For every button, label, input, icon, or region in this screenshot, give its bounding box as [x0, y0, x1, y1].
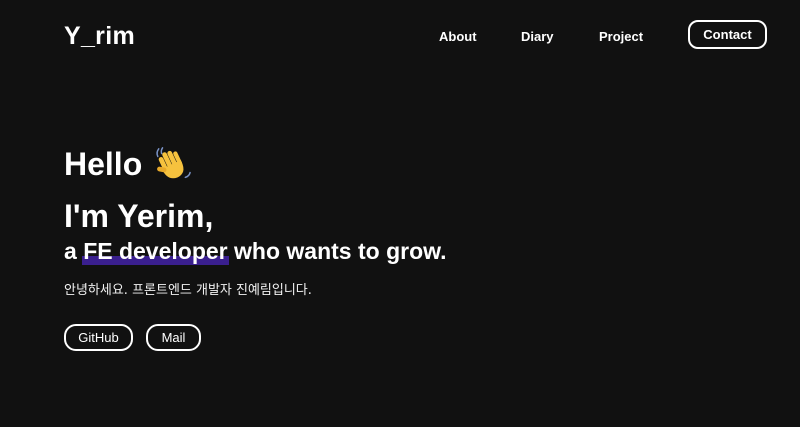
role-suffix: who wants to grow.: [234, 238, 447, 264]
nav-diary-link[interactable]: Diary: [521, 29, 554, 44]
hero-section: Hello I'm Yerim, a FE developer who want…: [64, 142, 744, 351]
role-prefix: a: [64, 238, 77, 264]
contact-button[interactable]: Contact: [688, 20, 767, 49]
mail-button[interactable]: Mail: [146, 324, 201, 351]
site-header: Y_rim About Diary Project Contact: [0, 0, 800, 74]
nav-about-link[interactable]: About: [439, 29, 477, 44]
waving-hand-icon: [156, 147, 192, 179]
hello-heading: Hello: [64, 142, 744, 186]
intro-name: I'm Yerim,: [64, 198, 214, 234]
hello-text: Hello: [64, 146, 143, 182]
intro-role: a FE developer who wants to grow.: [64, 236, 744, 266]
contact-links: GitHub Mail: [64, 324, 744, 351]
role-highlight: FE developer: [82, 236, 230, 266]
role-highlight-text: FE developer: [83, 238, 228, 264]
nav-project-link[interactable]: Project: [599, 29, 643, 44]
github-button[interactable]: GitHub: [64, 324, 133, 351]
site-logo[interactable]: Y_rim: [64, 22, 135, 51]
greeting-text: 안녕하세요. 프론트엔드 개발자 진예림입니다.: [64, 283, 312, 298]
